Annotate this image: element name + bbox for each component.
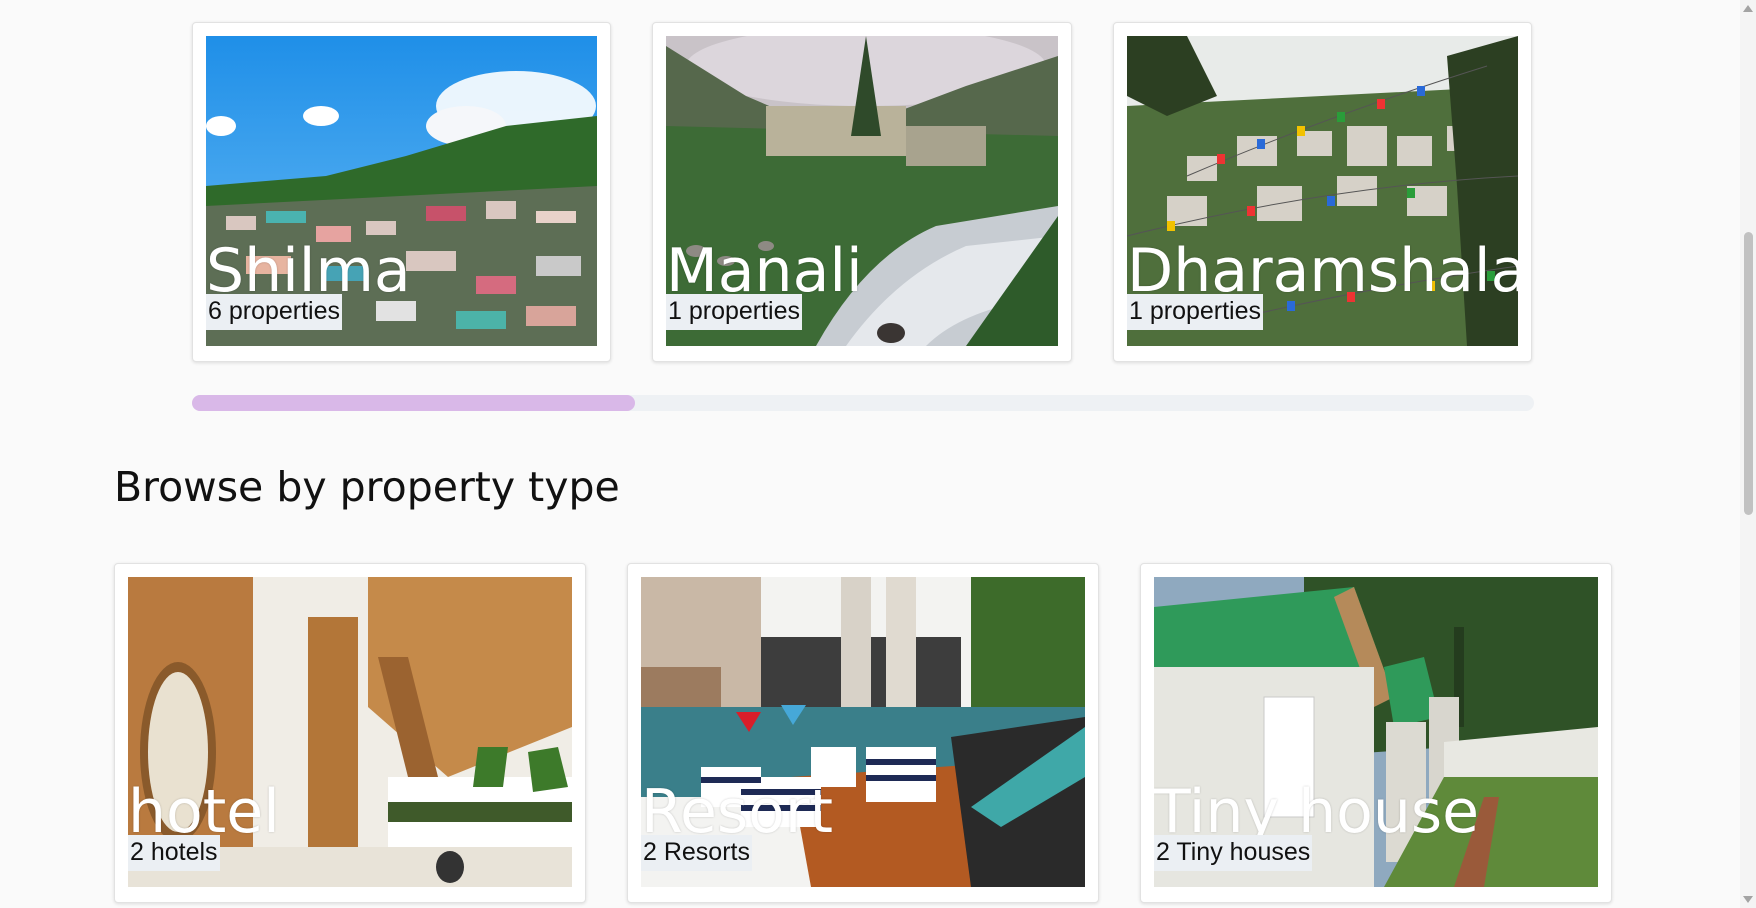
property-type-card-tiny-house[interactable]: Tiny house 2 Tiny houses bbox=[1140, 563, 1612, 903]
scroll-up-arrow-icon[interactable] bbox=[1743, 5, 1753, 12]
property-type-count: 2 hotels bbox=[128, 835, 220, 871]
property-type-image-tiny-house: Tiny house 2 Tiny houses bbox=[1154, 577, 1598, 887]
property-type-image-resort: Resort 2 Resorts bbox=[641, 577, 1085, 887]
city-card-dharamshala[interactable]: Dharamshala 1 properties bbox=[1113, 22, 1532, 362]
property-type-name: Tiny house bbox=[1154, 777, 1480, 847]
city-image-manali: Manali 1 properties bbox=[666, 36, 1058, 346]
section-heading: Browse by property type bbox=[114, 463, 620, 511]
city-name: Manali bbox=[666, 236, 863, 306]
property-type-image-hotel: hotel 2 hotels bbox=[128, 577, 572, 887]
carousel-scrollbar[interactable] bbox=[192, 395, 1534, 411]
page-scrollbar[interactable] bbox=[1740, 0, 1756, 908]
city-property-count: 1 properties bbox=[666, 294, 803, 330]
city-image-shilma: Shilma 6 properties bbox=[206, 36, 597, 346]
city-card-manali[interactable]: Manali 1 properties bbox=[652, 22, 1072, 362]
property-type-card-hotel[interactable]: hotel 2 hotels bbox=[114, 563, 586, 903]
city-name: Shilma bbox=[206, 236, 411, 306]
property-type-name: Resort bbox=[641, 777, 834, 847]
property-type-count: 2 Resorts bbox=[641, 835, 752, 871]
city-name: Dharamshala bbox=[1127, 236, 1518, 306]
property-type-name: hotel bbox=[128, 777, 280, 847]
city-property-count: 6 properties bbox=[206, 294, 343, 330]
carousel-scrollbar-thumb[interactable] bbox=[192, 395, 635, 411]
scroll-down-arrow-icon[interactable] bbox=[1743, 896, 1753, 903]
property-type-count: 2 Tiny houses bbox=[1154, 835, 1313, 871]
page-scrollbar-thumb[interactable] bbox=[1744, 232, 1753, 515]
city-property-count: 1 properties bbox=[1127, 294, 1264, 330]
city-card-shilma[interactable]: Shilma 6 properties bbox=[192, 22, 611, 362]
property-type-card-resort[interactable]: Resort 2 Resorts bbox=[627, 563, 1099, 903]
city-image-dharamshala: Dharamshala 1 properties bbox=[1127, 36, 1518, 346]
